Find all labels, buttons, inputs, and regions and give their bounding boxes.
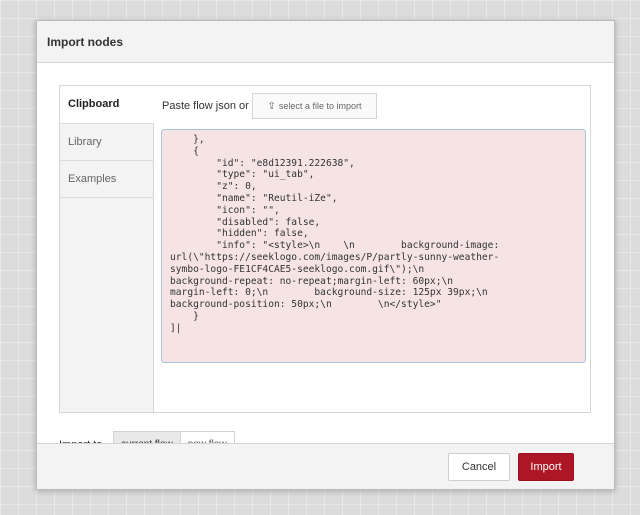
import-button[interactable]: Import	[518, 453, 574, 481]
dialog-title: Import nodes	[47, 35, 124, 49]
dialog-footer: Cancel Import	[37, 443, 614, 489]
select-file-label: select a file to import	[278, 101, 362, 111]
flow-json-editor[interactable]: }, { "id": "e8d12391.222638", "type": "u…	[161, 129, 586, 363]
paste-label: Paste flow json or	[162, 100, 249, 112]
import-panel: Clipboard Library Examples Paste flow js…	[59, 85, 591, 413]
import-nodes-dialog: Import nodes Clipboard Library Examples …	[36, 20, 615, 490]
tab-examples[interactable]: Examples	[60, 161, 153, 198]
tab-library[interactable]: Library	[60, 124, 153, 161]
source-tabs: Clipboard Library Examples	[60, 86, 154, 412]
select-file-button[interactable]: ⇪ select a file to import	[252, 93, 377, 119]
tab-clipboard[interactable]: Clipboard	[60, 86, 154, 124]
clipboard-content: Paste flow json or ⇪ select a file to imp…	[154, 86, 590, 412]
upload-icon: ⇪	[267, 101, 276, 112]
dialog-titlebar: Import nodes	[37, 21, 614, 63]
cancel-button[interactable]: Cancel	[448, 453, 510, 481]
flow-json-text[interactable]: }, { "id": "e8d12391.222638", "type": "u…	[170, 134, 585, 335]
